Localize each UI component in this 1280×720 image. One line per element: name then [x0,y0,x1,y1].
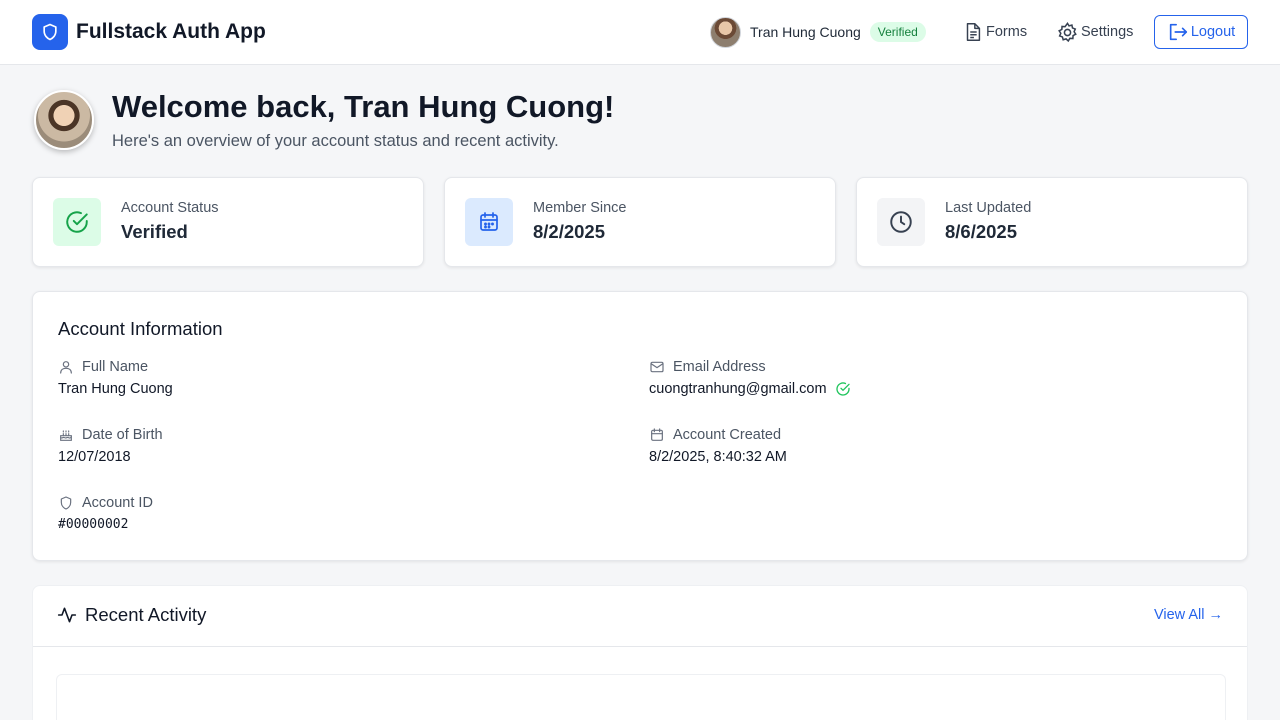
field-label: Account ID [82,495,153,511]
field-label: Account Created [673,427,782,443]
stat-label: Member Since [533,200,627,216]
activity-title: Recent Activity [57,604,206,626]
user-icon [58,359,74,375]
field-value: Tran Hung Cuong [58,381,173,397]
stat-value: 8/6/2025 [945,221,1018,242]
check-circle-icon [53,198,101,246]
activity-list [56,674,1226,720]
recent-activity-card: Recent Activity View All → [32,585,1248,720]
cake-icon [58,427,74,443]
stat-card-account-status: Account Status Verified [32,177,424,267]
profile-avatar [34,90,94,150]
field-account-created: Account Created 8/2/2025, 8:40:32 AM [649,425,1149,465]
field-label: Date of Birth [82,427,163,443]
welcome-subtitle: Here's an overview of your account statu… [112,132,559,150]
top-navbar: Fullstack Auth App Tran Hung Cuong Verif… [0,0,1280,65]
verified-badge: Verified [869,22,926,42]
activity-icon [57,605,77,625]
welcome-title: Welcome back, Tran Hung Cuong! [112,89,615,124]
calendar-icon [465,198,513,246]
mail-icon [649,359,665,375]
nav-settings-link[interactable]: Settings [1056,15,1133,49]
field-label: Email Address [673,359,766,375]
nav-forms-label: Forms [986,24,1028,40]
field-label: Full Name [82,359,149,375]
account-information-card: Account Information Full Name Tran Hung … [32,291,1248,561]
gear-icon [1056,21,1079,44]
avatar [710,16,741,48]
field-full-name: Full Name Tran Hung Cuong [58,357,558,397]
logout-icon [1167,21,1189,43]
document-icon [962,21,984,43]
stat-label: Last Updated [945,200,1032,216]
stat-card-last-updated: Last Updated 8/6/2025 [856,177,1248,267]
shield-icon [32,14,68,50]
nav-forms-link[interactable]: Forms [962,15,1027,49]
field-value: cuongtranhung@gmail.com [649,381,827,397]
view-all-link[interactable]: View All → [1154,607,1223,623]
field-value: #00000002 [58,517,129,532]
section-title: Account Information [58,318,223,339]
field-account-id: Account ID #00000002 [58,493,558,532]
stat-card-member-since: Member Since 8/2/2025 [444,177,836,267]
field-date-of-birth: Date of Birth 12/07/2018 [58,425,558,465]
email-verified-icon [835,381,851,397]
app-title: Fullstack Auth App [76,20,266,43]
field-value: 12/07/2018 [58,449,131,465]
stat-value: 8/2/2025 [533,221,606,242]
logout-label: Logout [1190,24,1236,40]
shield-icon [58,495,74,511]
nav-username: Tran Hung Cuong [750,24,861,40]
field-email: Email Address cuongtranhung@gmail.com [649,357,1149,397]
stat-label: Account Status [121,200,219,216]
field-value: 8/2/2025, 8:40:32 AM [649,449,787,465]
user-menu[interactable]: Tran Hung Cuong Verified [710,15,926,49]
calendar-icon [649,427,665,443]
nav-settings-label: Settings [1081,24,1134,40]
clock-icon [877,198,925,246]
stat-value: Verified [121,221,188,242]
brand[interactable]: Fullstack Auth App [32,14,266,50]
logout-button[interactable]: Logout [1154,15,1248,49]
activity-title-label: Recent Activity [85,604,207,625]
activity-header: Recent Activity View All → [33,586,1247,647]
